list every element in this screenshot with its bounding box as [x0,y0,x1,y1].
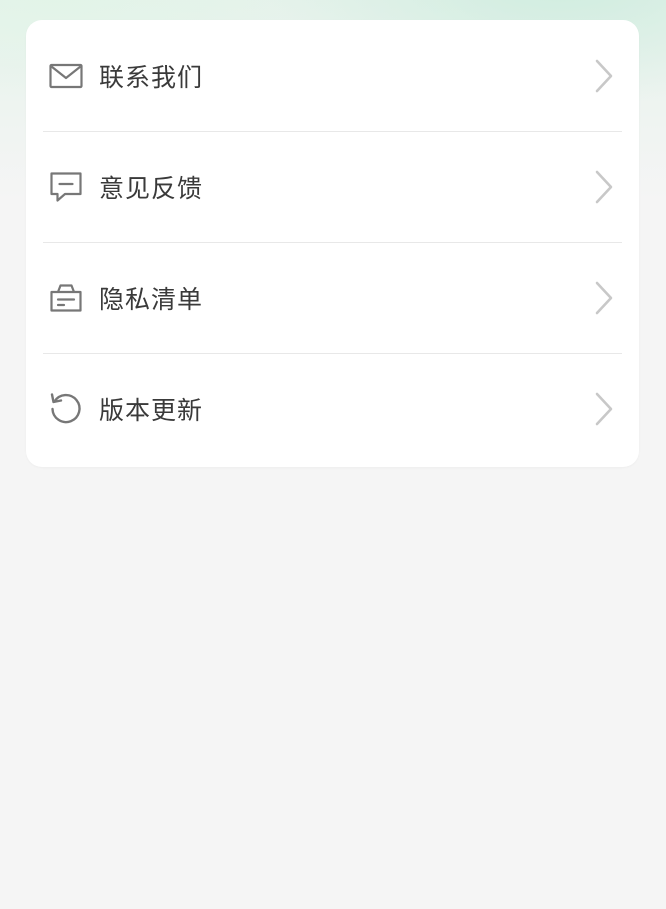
chevron-right-icon [591,391,617,427]
menu-item-contact-us[interactable]: 联系我们 [26,20,639,131]
menu-item-label: 版本更新 [99,395,204,425]
menu-item-privacy-list[interactable]: 隐私清单 [26,242,639,353]
menu-item-feedback[interactable]: 意见反馈 [26,131,639,242]
menu-item-version-update[interactable]: 版本更新 [26,353,639,464]
privacy-list-icon [48,280,84,316]
menu-item-label: 意见反馈 [99,173,204,203]
chevron-right-icon [591,58,617,94]
chevron-right-icon [591,280,617,316]
menu-item-label: 隐私清单 [99,284,204,314]
feedback-icon [48,169,84,205]
mail-icon [48,58,84,94]
settings-menu-card: 联系我们 意见反馈 隐私清单 版本更新 [26,20,639,467]
menu-item-label: 联系我们 [99,62,204,92]
refresh-icon [48,391,84,427]
chevron-right-icon [591,169,617,205]
